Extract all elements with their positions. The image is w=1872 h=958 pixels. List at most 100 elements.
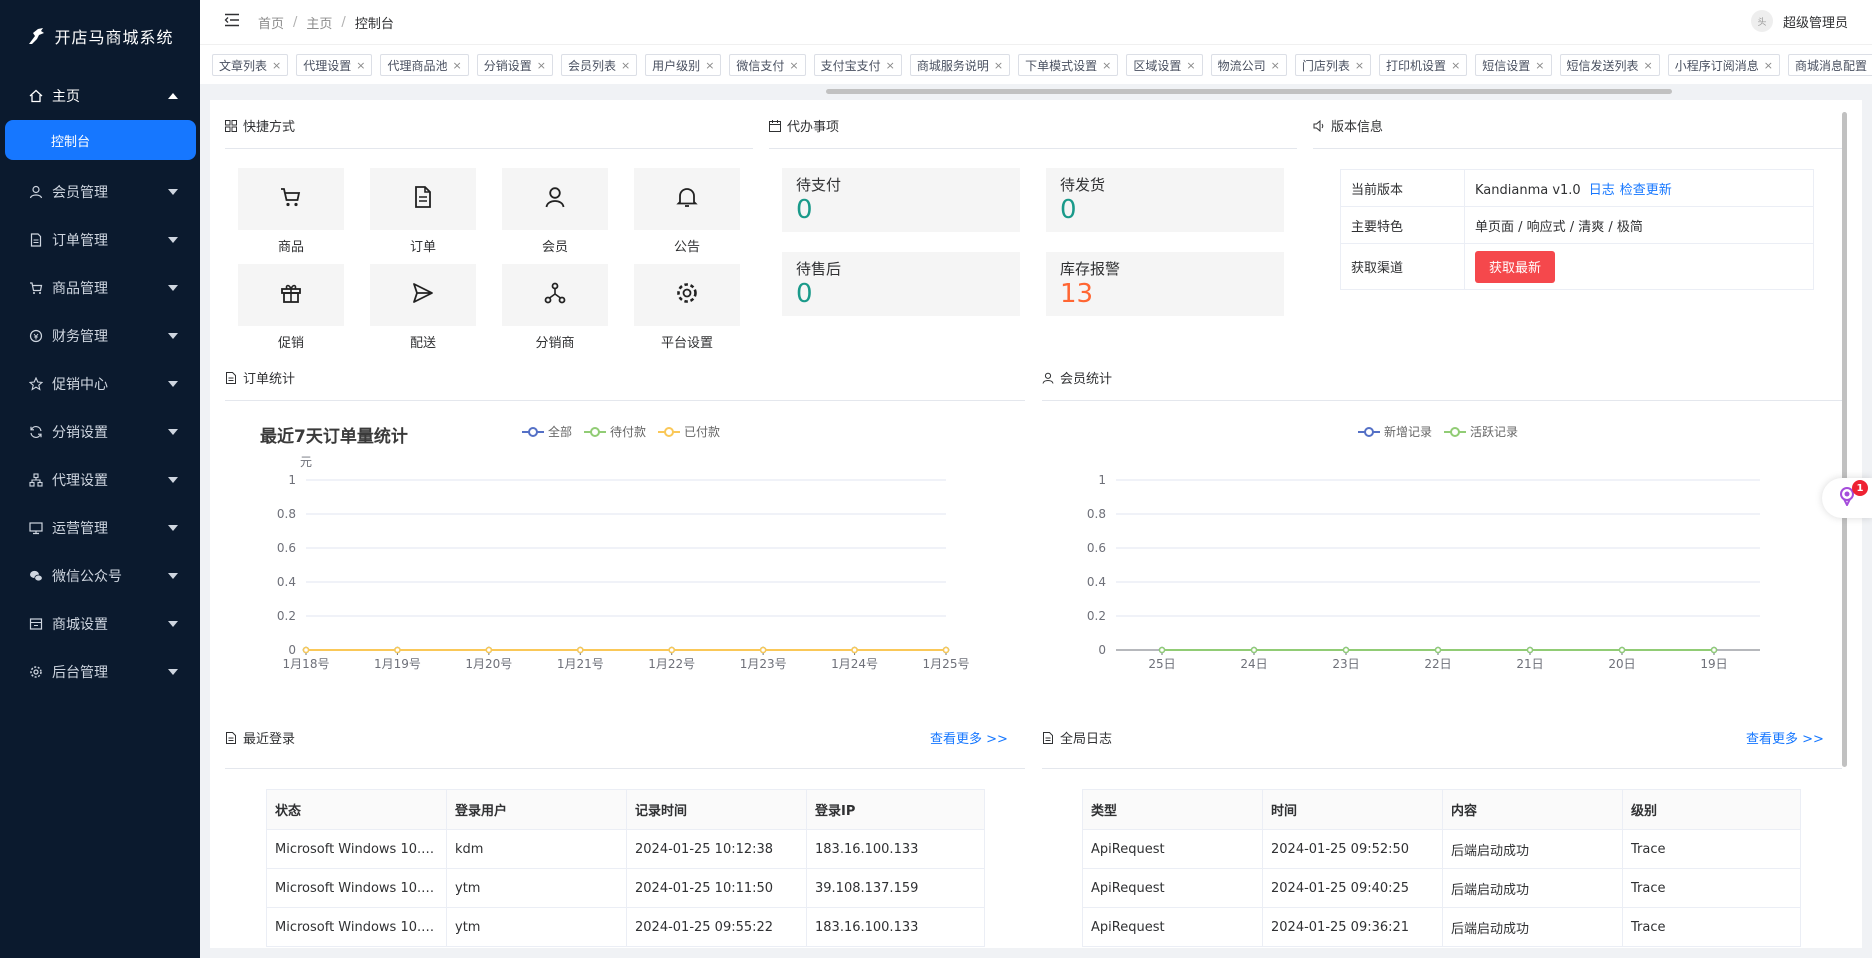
data-point[interactable] (302, 646, 310, 654)
tab-tag[interactable]: 会员列表 × (560, 54, 638, 76)
close-icon[interactable]: × (789, 59, 798, 72)
close-icon[interactable]: × (1271, 59, 1280, 72)
tab-tag[interactable]: 商城服务说明 × (909, 54, 1011, 76)
legend-item[interactable]: 活跃记录 (1444, 423, 1518, 440)
close-icon[interactable]: × (1644, 59, 1653, 72)
tab-tag[interactable]: 文章列表 × (212, 54, 289, 76)
data-point[interactable] (1526, 646, 1534, 654)
data-point[interactable] (851, 646, 858, 654)
floating-assistant-button[interactable]: 1 (1822, 478, 1872, 518)
data-point[interactable] (668, 646, 675, 654)
data-point[interactable] (1710, 646, 1718, 654)
todo-card-stock-alert[interactable]: 库存报警 13 (1046, 252, 1284, 316)
close-icon[interactable]: × (452, 59, 461, 72)
close-icon[interactable]: × (886, 59, 895, 72)
data-point[interactable] (942, 646, 950, 654)
breadcrumb-item[interactable]: 主页 (306, 13, 332, 32)
close-icon[interactable]: × (621, 59, 630, 72)
column-header[interactable]: 记录时间 (626, 789, 807, 830)
tab-tag[interactable]: 分销设置 × (476, 54, 553, 76)
close-icon[interactable]: × (356, 59, 365, 72)
data-point[interactable] (394, 646, 401, 654)
legend-item[interactable]: 全部 (522, 423, 572, 440)
column-header[interactable]: 类型 (1082, 789, 1263, 830)
sidebar-item-members[interactable]: 会员管理 (0, 168, 200, 216)
tab-tag[interactable]: 小程序订阅消息 × (1667, 54, 1780, 76)
tab-tag[interactable]: 短信设置 × (1475, 54, 1552, 76)
shortcut-members[interactable]: 会员 (501, 168, 609, 255)
close-icon[interactable]: × (1451, 59, 1460, 72)
table-row[interactable]: Microsoft Windows 10.0.... ytm 2024-01-2… (266, 868, 985, 908)
legend-item[interactable]: 待付款 (584, 423, 646, 440)
column-header[interactable]: 级别 (1622, 789, 1801, 830)
close-icon[interactable]: × (1355, 59, 1364, 72)
tab-tag[interactable]: 微信支付 × (729, 54, 806, 76)
column-header[interactable]: 状态 (266, 789, 447, 830)
tab-tag[interactable]: 商城消息配置× (1787, 54, 1872, 76)
close-icon[interactable]: × (1764, 59, 1773, 72)
tab-tag[interactable]: 代理设置 × (296, 54, 373, 76)
sidebar-item-admin[interactable]: 后台管理 (0, 648, 200, 696)
close-icon[interactable]: × (1535, 59, 1544, 72)
app-logo[interactable]: 开店马商城系统 (0, 0, 200, 72)
close-icon[interactable]: × (537, 59, 546, 72)
table-row[interactable]: Microsoft Windows 10.0.... ytm 2024-01-2… (266, 907, 985, 947)
data-point[interactable] (577, 646, 584, 654)
todo-card-pending-shipment[interactable]: 待发货 0 (1046, 168, 1284, 232)
tab-tag[interactable]: 区域设置 × (1126, 54, 1203, 76)
user-menu[interactable]: 头 超级管理员 (1750, 10, 1848, 32)
tab-tag[interactable]: 代理商品池 × (380, 54, 469, 76)
tab-tag[interactable]: 用户级别 × (645, 54, 722, 76)
tagbar-scrollbar[interactable] (826, 89, 1672, 94)
data-point[interactable] (1158, 646, 1166, 654)
table-row[interactable]: Microsoft Windows 10.0.... kdm 2024-01-2… (266, 829, 985, 869)
sidebar-item-promotion[interactable]: 促销中心 (0, 360, 200, 408)
breadcrumb-item[interactable]: 首页 (258, 13, 284, 32)
global-log-more-link[interactable]: 查看更多 >> (1746, 728, 1824, 747)
table-row[interactable]: ApiRequest 2024-01-25 09:40:25 后端启动成功 Tr… (1082, 868, 1801, 908)
close-icon[interactable]: × (994, 59, 1003, 72)
shortcut-announcements[interactable]: 公告 (633, 168, 741, 255)
recent-login-more-link[interactable]: 查看更多 >> (930, 728, 1008, 747)
shortcut-products[interactable]: 商品 (237, 168, 345, 255)
sidebar-subitem-dashboard[interactable]: 控制台 (5, 120, 196, 160)
sidebar-item-home[interactable]: 主页 (0, 72, 200, 120)
shortcut-delivery[interactable]: 配送 (369, 264, 477, 351)
table-row[interactable]: ApiRequest 2024-01-25 09:36:21 后端启动成功 Tr… (1082, 907, 1801, 947)
column-header[interactable]: 内容 (1442, 789, 1623, 830)
column-header[interactable]: 时间 (1262, 789, 1443, 830)
tab-tag[interactable]: 门店列表 × (1294, 54, 1372, 76)
sidebar-item-store-settings[interactable]: 商城设置 (0, 600, 200, 648)
tab-tag[interactable]: 下单模式设置 × (1018, 54, 1119, 76)
tab-tag[interactable]: 打印机设置 × (1379, 54, 1468, 76)
shortcut-platform-settings[interactable]: 平台设置 (633, 264, 741, 351)
close-icon[interactable]: × (272, 59, 281, 72)
sidebar-item-agent[interactable]: 代理设置 (0, 456, 200, 504)
data-point[interactable] (485, 646, 493, 654)
get-latest-button[interactable]: 获取最新 (1475, 250, 1556, 283)
sidebar-item-distribution[interactable]: 分销设置 (0, 408, 200, 456)
changelog-link[interactable]: 日志 (1589, 183, 1615, 198)
todo-card-after-sales[interactable]: 待售后 0 (782, 252, 1020, 316)
close-icon[interactable]: × (705, 59, 714, 72)
sidebar-item-finance[interactable]: 财务管理 (0, 312, 200, 360)
shortcut-orders[interactable]: 订单 (369, 168, 477, 255)
check-update-link[interactable]: 检查更新 (1620, 183, 1672, 198)
data-point[interactable] (1434, 646, 1442, 654)
sidebar-item-orders[interactable]: 订单管理 (0, 216, 200, 264)
sidebar-item-wechat[interactable]: 微信公众号 (0, 552, 200, 600)
data-point[interactable] (1618, 646, 1626, 654)
main-scrollbar[interactable] (1842, 112, 1847, 767)
legend-item[interactable]: 新增记录 (1358, 423, 1432, 440)
close-icon[interactable]: × (1186, 59, 1195, 72)
data-point[interactable] (1342, 646, 1350, 654)
column-header[interactable]: 登录IP (806, 789, 985, 830)
tab-tag[interactable]: 支付宝支付 × (813, 54, 902, 76)
sidebar-item-products[interactable]: 商品管理 (0, 264, 200, 312)
menu-fold-icon[interactable] (224, 13, 240, 31)
column-header[interactable]: 登录用户 (446, 789, 627, 830)
close-icon[interactable]: × (1102, 59, 1111, 72)
table-row[interactable]: ApiRequest 2024-01-25 09:52:50 后端启动成功 Tr… (1082, 829, 1801, 869)
sidebar-item-operations[interactable]: 运营管理 (0, 504, 200, 552)
shortcut-promotion[interactable]: 促销 (237, 264, 345, 351)
